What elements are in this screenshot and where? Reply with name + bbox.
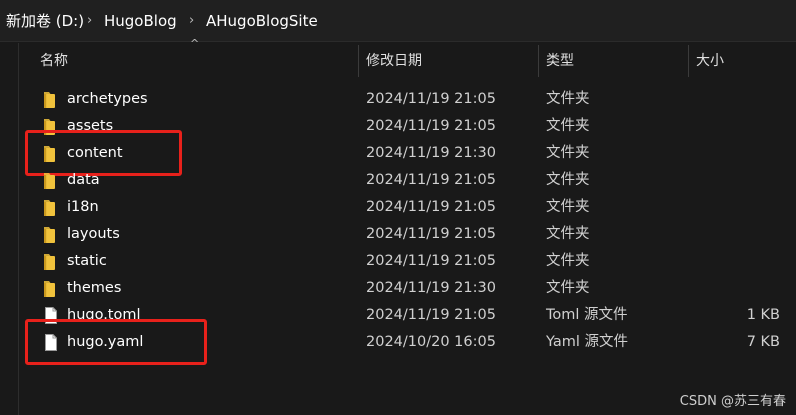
file-name: layouts xyxy=(67,226,120,242)
file-modified-date: 2024/11/19 21:05 xyxy=(366,172,496,188)
breadcrumb-drive[interactable]: 新加卷 (D:) xyxy=(6,0,84,42)
file-type: Yaml 源文件 xyxy=(546,334,629,350)
file-size: 1 KB xyxy=(746,307,780,323)
file-modified-date: 2024/11/19 21:05 xyxy=(366,118,496,134)
file-row[interactable]: data 2024/11/19 21:05 文件夹 xyxy=(18,167,796,194)
file-modified-date: 2024/11/19 21:05 xyxy=(366,91,496,107)
folder-icon xyxy=(42,252,60,271)
file-modified-date: 2024/11/19 21:30 xyxy=(366,280,496,296)
file-type: 文件夹 xyxy=(546,118,590,134)
breadcrumb-hugoblog[interactable]: HugoBlog xyxy=(104,0,177,42)
highlight-box xyxy=(25,319,207,365)
column-divider[interactable] xyxy=(688,45,689,77)
file-type: Toml 源文件 xyxy=(546,307,628,323)
watermark: CSDN @苏三有春 xyxy=(679,394,786,409)
file-size xyxy=(696,140,780,167)
file-name: themes xyxy=(67,280,122,296)
file-name: archetypes xyxy=(67,91,148,107)
file-size xyxy=(696,275,780,302)
file-type: 文件夹 xyxy=(546,226,590,242)
file-size xyxy=(696,194,780,221)
file-row[interactable]: archetypes 2024/11/19 21:05 文件夹 xyxy=(18,86,796,113)
file-name: data xyxy=(67,172,100,188)
file-explorer-window: 新加卷 (D:) › HugoBlog › AHugoBlogSite ^ 名称… xyxy=(0,0,796,415)
file-type: 文件夹 xyxy=(546,199,590,215)
file-row[interactable]: i18n 2024/11/19 21:05 文件夹 xyxy=(18,194,796,221)
folder-icon xyxy=(42,225,60,244)
file-modified-date: 2024/11/19 21:30 xyxy=(366,145,496,161)
file-row[interactable]: themes 2024/11/19 21:30 文件夹 xyxy=(18,275,796,302)
file-type: 文件夹 xyxy=(546,91,590,107)
folder-icon xyxy=(42,198,60,217)
column-header-date[interactable]: 修改日期 xyxy=(366,45,422,77)
file-modified-date: 2024/11/19 21:05 xyxy=(366,226,496,242)
file-size xyxy=(696,248,780,275)
column-header-type[interactable]: 类型 xyxy=(546,45,574,77)
file-modified-date: 2024/10/20 16:05 xyxy=(366,334,496,350)
file-name: i18n xyxy=(67,199,99,215)
column-header-name[interactable]: 名称 xyxy=(40,45,68,77)
chevron-right-icon[interactable]: › xyxy=(189,0,194,42)
column-divider[interactable] xyxy=(538,45,539,77)
folder-icon xyxy=(42,279,60,298)
column-divider[interactable] xyxy=(358,45,359,77)
address-bar[interactable]: 新加卷 (D:) › HugoBlog › AHugoBlogSite xyxy=(0,0,796,42)
file-modified-date: 2024/11/19 21:05 xyxy=(366,307,496,323)
breadcrumb-ahugoblogsite[interactable]: AHugoBlogSite xyxy=(206,0,318,42)
column-header-row: 名称 修改日期 类型 大小 xyxy=(18,45,796,77)
file-size: 7 KB xyxy=(746,334,780,350)
file-size xyxy=(696,113,780,140)
file-type: 文件夹 xyxy=(546,280,590,296)
file-type: 文件夹 xyxy=(546,172,590,188)
column-header-size[interactable]: 大小 xyxy=(696,45,724,77)
file-type: 文件夹 xyxy=(546,145,590,161)
file-size xyxy=(696,167,780,194)
chevron-right-icon[interactable]: › xyxy=(87,0,92,42)
file-size xyxy=(696,221,780,248)
file-row[interactable]: static 2024/11/19 21:05 文件夹 xyxy=(18,248,796,275)
folder-icon xyxy=(42,90,60,109)
folder-icon xyxy=(42,171,60,190)
file-modified-date: 2024/11/19 21:05 xyxy=(366,253,496,269)
file-size xyxy=(696,86,780,113)
file-modified-date: 2024/11/19 21:05 xyxy=(366,199,496,215)
file-name: static xyxy=(67,253,107,269)
file-type: 文件夹 xyxy=(546,253,590,269)
file-row[interactable]: layouts 2024/11/19 21:05 文件夹 xyxy=(18,221,796,248)
